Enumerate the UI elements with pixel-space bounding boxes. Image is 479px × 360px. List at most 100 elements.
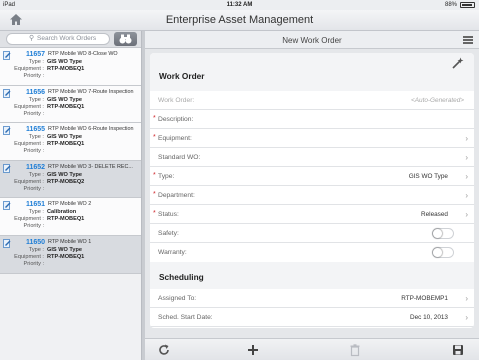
trash-icon[interactable] <box>348 343 362 357</box>
search-input[interactable]: ⚲ Search Work Orders <box>6 33 110 45</box>
top-nav-bar: Enterprise Asset Management <box>0 10 479 31</box>
battery-icon <box>460 2 475 8</box>
equipment-value: RTP-MOBEQ2 <box>47 178 85 185</box>
add-icon[interactable] <box>246 343 260 357</box>
work-order-list-item[interactable]: 11655 RTP Mobile WO 6-Route Inspection Typ… <box>0 123 141 161</box>
status-value: Released <box>420 211 448 218</box>
section-title-scheduling: Scheduling <box>159 272 204 282</box>
priority-label: Priority : <box>23 185 44 192</box>
required-marker: * <box>153 134 156 141</box>
priority-label: Priority : <box>23 148 44 155</box>
required-marker: * <box>153 210 156 217</box>
work-order-form: Work Order Work Order: <Auto-Generated> … <box>150 53 474 328</box>
department-label: Department: <box>158 192 195 199</box>
type-label: Type : <box>28 96 44 103</box>
type-label: Type : <box>28 246 44 253</box>
work-order-number: 11650 <box>26 238 46 246</box>
equipment-label: Equipment : <box>14 253 44 260</box>
chevron-right-icon: › <box>465 294 468 303</box>
required-marker: * <box>153 172 156 179</box>
save-icon[interactable] <box>451 343 465 357</box>
safety-label: Safety: <box>158 230 179 237</box>
field-type[interactable]: * Type: GIS WO Type › <box>150 167 474 186</box>
work-order-list-item[interactable]: 11657 RTP Mobile WO 8-Close WO Type : GIS W… <box>0 48 141 86</box>
binoculars-icon <box>119 34 132 44</box>
safety-toggle[interactable] <box>432 228 454 239</box>
field-description[interactable]: * Description: <box>150 110 474 129</box>
menu-icon[interactable] <box>463 36 473 44</box>
binoculars-button[interactable] <box>114 32 137 46</box>
field-assigned-to[interactable]: Assigned To: RTP-MOBEMP1 › <box>150 289 474 308</box>
equipment-value: RTP-MOBEQ1 <box>47 253 85 260</box>
work-order-number: 11655 <box>26 126 46 134</box>
work-order-list-item[interactable]: 11656 RTP Mobile WO 7-Route Inspection Typ… <box>0 85 141 124</box>
field-department[interactable]: * Department: › <box>150 186 474 205</box>
standard-wo-label: Standard WO: <box>158 154 201 161</box>
type-value: GIS WO Type <box>47 59 83 65</box>
equipment-label: Equipment : <box>14 178 44 185</box>
battery-percent: 88% <box>444 2 457 8</box>
work-order-number: 11651 <box>26 201 46 209</box>
type-label: Type : <box>28 209 44 216</box>
type-value: Calibration <box>47 209 77 216</box>
priority-label: Priority : <box>23 223 44 230</box>
bottom-toolbar <box>145 338 479 360</box>
detail-header: New Work Order <box>145 31 479 49</box>
status-bar: iPad 11:32 AM 88% <box>0 0 479 10</box>
equipment-label: Equipment : <box>14 103 44 110</box>
assigned-to-value: RTP-MOBEMP1 <box>401 295 448 302</box>
status-label: Status: <box>158 211 179 218</box>
work-order-list-item[interactable]: 11651 RTP Mobile WO 2 Type : Calibration Equ… <box>0 198 141 236</box>
type-label: Type : <box>28 59 44 65</box>
field-equipment[interactable]: * Equipment: › <box>150 129 474 148</box>
warranty-toggle[interactable] <box>432 247 454 258</box>
type-value: GIS WO Type <box>47 246 83 253</box>
equipment-value: RTP-MOBEQ1 <box>47 216 85 223</box>
magic-wand-icon[interactable] <box>452 57 464 69</box>
equipment-value: RTP-MOBEQ1 <box>47 141 85 148</box>
app-title: Enterprise Asset Management <box>165 14 314 26</box>
equipment-value: RTP-MOBEQ1 <box>47 66 85 72</box>
work-order-number: 11657 <box>26 51 46 58</box>
refresh-icon[interactable] <box>157 343 171 357</box>
priority-label: Priority : <box>23 110 44 117</box>
work-order-description: RTP Mobile WO 6-Route Inspection <box>48 126 134 133</box>
sched-start-value: Dec 10, 2013 <box>409 314 448 321</box>
work-order-value: <Auto-Generated> <box>411 97 464 104</box>
search-placeholder: Search Work Orders <box>37 35 97 42</box>
equipment-label: Equipment : <box>14 216 44 223</box>
assigned-to-label: Assigned To: <box>158 295 197 302</box>
field-work-order: Work Order: <Auto-Generated> <box>150 91 474 110</box>
chevron-right-icon: › <box>465 210 468 219</box>
field-standard-wo[interactable]: Standard WO: › <box>150 148 474 167</box>
type-value: GIS WO Type <box>47 171 83 178</box>
work-order-list-item[interactable]: 11650 RTP Mobile WO 1 Type : GIS WO Type Equ… <box>0 235 141 274</box>
work-order-description: RTP Mobile WO 8-Close WO <box>48 51 118 57</box>
search-icon: ⚲ <box>29 35 35 42</box>
equipment-value: RTP-MOBEQ1 <box>47 103 85 110</box>
field-safety: Safety: <box>150 224 474 243</box>
work-order-list-item[interactable]: 11652 RTP Mobile WO 3- DELETE REC... Type … <box>0 160 141 199</box>
chevron-right-icon: › <box>465 172 468 181</box>
field-warranty: Warranty: <box>150 243 474 262</box>
required-marker: * <box>153 115 156 122</box>
field-sched-start-date[interactable]: Sched. Start Date: Dec 10, 2013 › <box>150 308 474 327</box>
detail-title: New Work Order <box>282 36 342 45</box>
status-time: 11:32 AM <box>226 2 253 8</box>
chevron-right-icon: › <box>465 134 468 143</box>
work-order-number: 11656 <box>26 88 46 96</box>
description-label: Description: <box>158 116 194 123</box>
work-order-number: 11652 <box>26 163 46 171</box>
work-order-description: RTP Mobile WO 7-Route Inspection <box>48 88 134 95</box>
chevron-right-icon: › <box>465 313 468 322</box>
work-order-description: RTP Mobile WO 2 <box>48 201 92 208</box>
required-marker: * <box>153 191 156 198</box>
type-label: Type: <box>158 173 175 180</box>
type-label: Type : <box>28 171 44 178</box>
field-status[interactable]: * Status: Released › <box>150 205 474 224</box>
section-work-order: Work Order <box>150 53 474 91</box>
sched-start-label: Sched. Start Date: <box>158 314 213 321</box>
work-order-label: Work Order: <box>158 97 195 104</box>
type-label: Type : <box>28 134 44 141</box>
detail-pane: New Work Order Work Order Work Order: <A… <box>145 31 479 360</box>
